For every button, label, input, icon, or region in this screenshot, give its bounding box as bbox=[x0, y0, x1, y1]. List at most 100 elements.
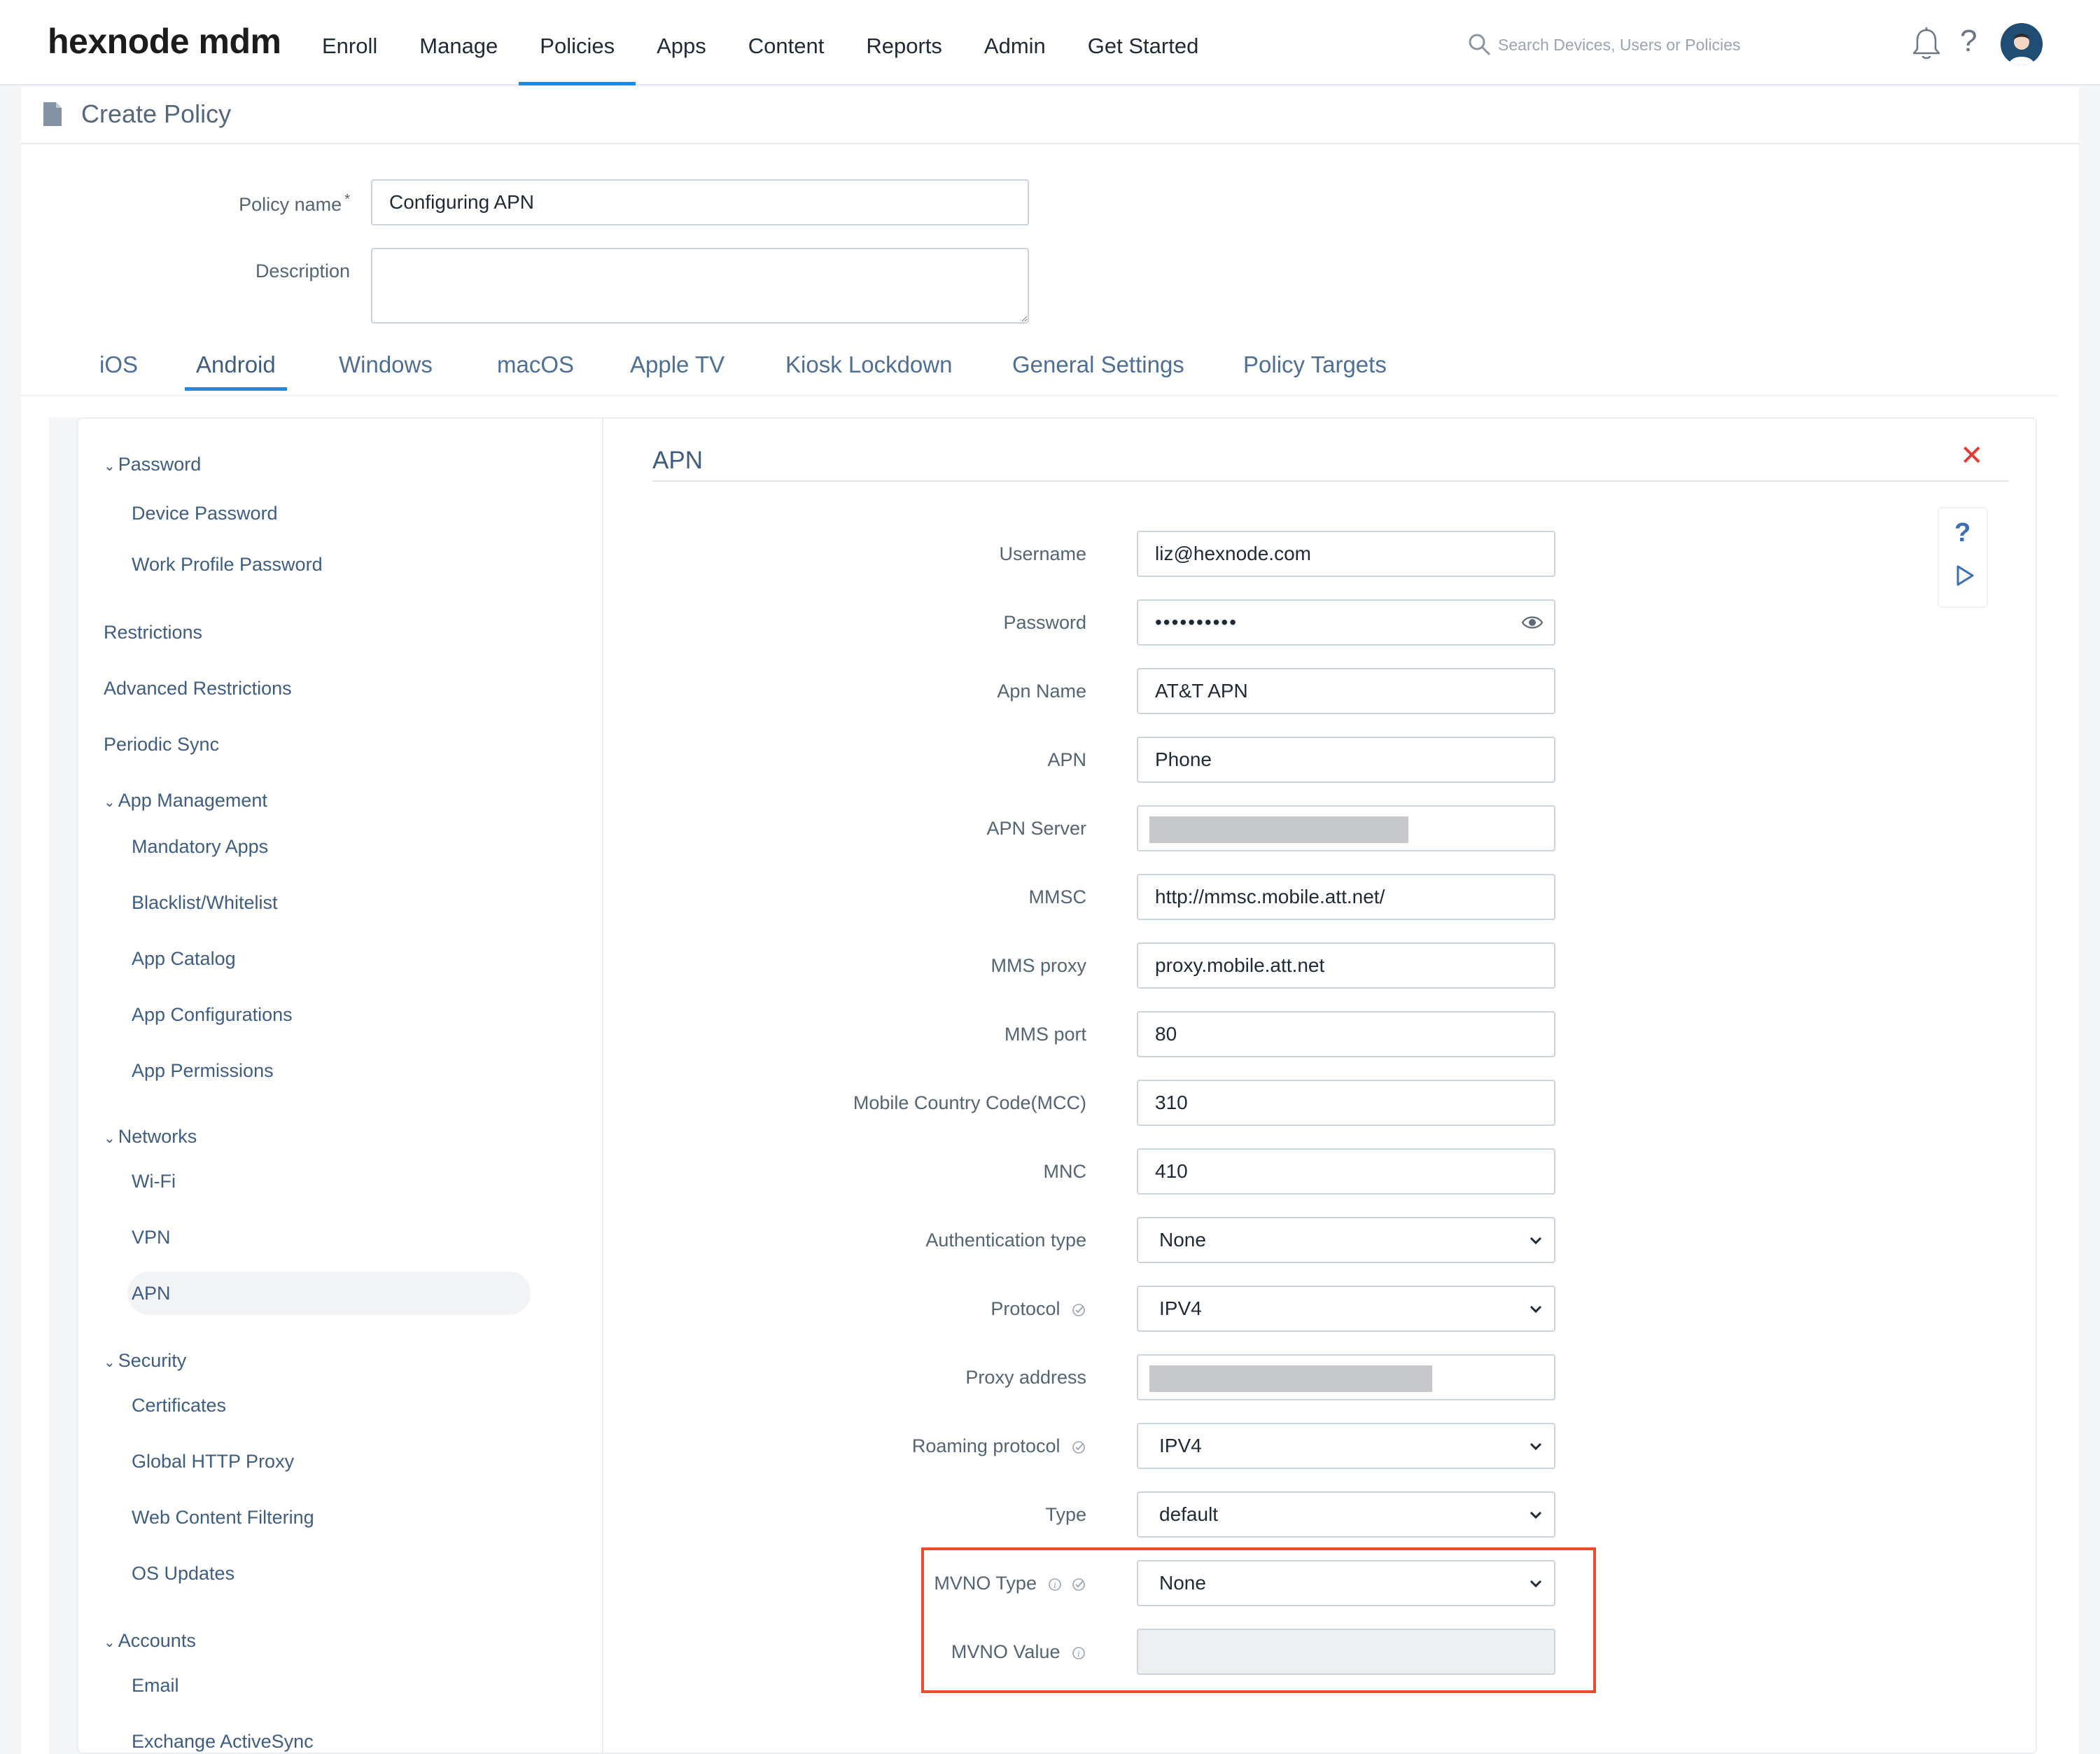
mms-port-row-label: MMS port bbox=[1004, 1024, 1086, 1045]
sidebar-item-apn[interactable]: APN bbox=[132, 1283, 171, 1304]
description-textarea[interactable] bbox=[371, 248, 1029, 323]
mms-proxy-row-label: MMS proxy bbox=[990, 955, 1086, 976]
tab-general-settings[interactable]: General Settings bbox=[1012, 340, 1184, 396]
sidebar-item-advanced-restrictions[interactable]: Advanced Restrictions bbox=[104, 678, 292, 699]
sidebar-section-app-management[interactable]: ⌄ App Management bbox=[104, 790, 267, 812]
sidebar-item-global-http-proxy[interactable]: Global HTTP Proxy bbox=[132, 1451, 294, 1473]
global-search-input[interactable] bbox=[1498, 31, 1848, 59]
description-label: Description bbox=[255, 260, 350, 281]
proxy-address-input[interactable] bbox=[1137, 1354, 1555, 1400]
sidebar-item-exchange-activesync[interactable]: Exchange ActiveSync bbox=[132, 1731, 314, 1753]
chevron-down-icon: ⌄ bbox=[104, 1355, 115, 1370]
mnc-input[interactable] bbox=[1137, 1148, 1555, 1195]
type-selected: default bbox=[1159, 1503, 1219, 1525]
hexnode-logo[interactable]: hexnode mdm bbox=[48, 21, 281, 62]
protocol-selected: IPV4 bbox=[1159, 1297, 1202, 1319]
apn-row-label: APN bbox=[1047, 749, 1086, 770]
sidebar-item-periodic-sync[interactable]: Periodic Sync bbox=[104, 734, 219, 756]
notification-bell-icon[interactable] bbox=[1911, 27, 1942, 62]
nav-manage[interactable]: Manage bbox=[398, 0, 519, 85]
nav-enroll[interactable]: Enroll bbox=[301, 0, 398, 85]
panel-divider bbox=[652, 480, 2009, 482]
chevron-down-icon bbox=[1530, 1237, 1542, 1245]
chevron-down-icon: ⌄ bbox=[104, 459, 115, 474]
sidebar-item-os-updates[interactable]: OS Updates bbox=[132, 1563, 234, 1585]
platform-tabs: iOS Android Windows macOS Apple TV Kiosk… bbox=[21, 340, 2058, 396]
redacted-value-block bbox=[1149, 1365, 1432, 1392]
tab-policy-targets[interactable]: Policy Targets bbox=[1243, 340, 1387, 396]
sidebar-item-restrictions[interactable]: Restrictions bbox=[104, 622, 202, 643]
auth-type-select[interactable]: None bbox=[1137, 1217, 1555, 1263]
page-title: Create Policy bbox=[81, 99, 232, 128]
password-masked-value: •••••••••• bbox=[1155, 611, 1238, 633]
policy-sidebar: ⌄ Password Device Password Work Profile P… bbox=[78, 419, 603, 1754]
nav-reports[interactable]: Reports bbox=[845, 0, 963, 85]
username-input[interactable] bbox=[1137, 531, 1555, 577]
chevron-down-icon: ⌄ bbox=[104, 1131, 115, 1146]
nav-get-started[interactable]: Get Started bbox=[1067, 0, 1220, 85]
auth-type-selected: None bbox=[1159, 1229, 1206, 1251]
apn-panel-title: APN bbox=[652, 447, 703, 474]
tab-apple-tv[interactable]: Apple TV bbox=[630, 340, 724, 396]
sidebar-item-app-configurations[interactable]: App Configurations bbox=[132, 1004, 293, 1026]
tab-macos[interactable]: macOS bbox=[497, 340, 574, 396]
auth-type-row-label: Authentication type bbox=[925, 1230, 1086, 1251]
mms-proxy-input[interactable] bbox=[1137, 942, 1555, 989]
type-select[interactable]: default bbox=[1137, 1491, 1555, 1538]
apn-name-input[interactable] bbox=[1137, 668, 1555, 714]
mcc-row-label: Mobile Country Code(MCC) bbox=[853, 1092, 1086, 1113]
chevron-down-icon: ⌄ bbox=[104, 1635, 115, 1650]
close-icon[interactable]: ✕ bbox=[1960, 440, 1984, 472]
password-input[interactable]: •••••••••• bbox=[1137, 599, 1555, 646]
sidebar-item-email[interactable]: Email bbox=[132, 1675, 179, 1697]
apn-server-input[interactable] bbox=[1137, 805, 1555, 851]
sidebar-section-security[interactable]: ⌄ Security bbox=[104, 1350, 186, 1372]
sidebar-item-certificates[interactable]: Certificates bbox=[132, 1395, 226, 1417]
protocol-select[interactable]: IPV4 bbox=[1137, 1286, 1555, 1332]
type-row-label: Type bbox=[1045, 1504, 1086, 1525]
tab-ios[interactable]: iOS bbox=[99, 340, 138, 396]
help-question-icon[interactable]: ? bbox=[1954, 518, 1970, 548]
user-avatar[interactable] bbox=[2001, 23, 2043, 65]
nav-content[interactable]: Content bbox=[727, 0, 846, 85]
user-avatar-icon bbox=[2001, 23, 2043, 65]
mms-port-input[interactable] bbox=[1137, 1011, 1555, 1057]
mcc-input[interactable] bbox=[1137, 1080, 1555, 1126]
tab-android[interactable]: Android bbox=[185, 340, 287, 396]
nav-apps[interactable]: Apps bbox=[636, 0, 727, 85]
main-nav: Enroll Manage Policies Apps Content Repo… bbox=[301, 0, 1219, 85]
sidebar-section-networks[interactable]: ⌄ Networks bbox=[104, 1126, 197, 1148]
sidebar-item-app-permissions[interactable]: App Permissions bbox=[132, 1060, 274, 1082]
verified-check-icon bbox=[1072, 1441, 1085, 1454]
top-navigation-bar: hexnode mdm Enroll Manage Policies Apps … bbox=[0, 0, 2100, 85]
chevron-down-icon bbox=[1530, 1305, 1542, 1314]
roaming-protocol-select[interactable]: IPV4 bbox=[1137, 1423, 1555, 1469]
sidebar-item-wifi[interactable]: Wi-Fi bbox=[132, 1171, 176, 1192]
nav-admin[interactable]: Admin bbox=[963, 0, 1067, 85]
mmsc-row-label: MMSC bbox=[1028, 886, 1087, 907]
play-tutorial-icon[interactable] bbox=[1954, 564, 1975, 587]
help-icon[interactable]: ? bbox=[1960, 24, 1977, 59]
apn-input[interactable] bbox=[1137, 737, 1555, 783]
policy-name-input[interactable] bbox=[371, 179, 1029, 225]
tab-kiosk-lockdown[interactable]: Kiosk Lockdown bbox=[785, 340, 952, 396]
policy-settings-card: ⌄ Password Device Password Work Profile P… bbox=[77, 417, 2037, 1754]
sidebar-item-web-content-filtering[interactable]: Web Content Filtering bbox=[132, 1507, 314, 1529]
chevron-down-icon bbox=[1530, 1511, 1542, 1519]
mmsc-input[interactable] bbox=[1137, 874, 1555, 920]
sidebar-item-blacklist-whitelist[interactable]: Blacklist/Whitelist bbox=[132, 892, 278, 914]
sidebar-item-work-profile-password[interactable]: Work Profile Password bbox=[132, 554, 323, 576]
nav-policies[interactable]: Policies bbox=[519, 0, 636, 85]
sidebar-item-device-password[interactable]: Device Password bbox=[132, 503, 278, 524]
show-password-eye-icon[interactable] bbox=[1522, 615, 1543, 630]
sidebar-section-password[interactable]: ⌄ Password bbox=[104, 454, 201, 475]
sidebar-section-accounts[interactable]: ⌄ Accounts bbox=[104, 1630, 196, 1652]
tab-windows[interactable]: Windows bbox=[339, 340, 433, 396]
apn-server-row-label: APN Server bbox=[986, 818, 1086, 839]
chevron-down-icon bbox=[1530, 1442, 1542, 1451]
sidebar-item-mandatory-apps[interactable]: Mandatory Apps bbox=[132, 836, 268, 858]
sidebar-item-vpn[interactable]: VPN bbox=[132, 1227, 171, 1248]
sidebar-item-app-catalog[interactable]: App Catalog bbox=[132, 948, 236, 970]
panel-tools: ? bbox=[1938, 507, 1988, 608]
apn-name-row-label: Apn Name bbox=[997, 681, 1086, 702]
